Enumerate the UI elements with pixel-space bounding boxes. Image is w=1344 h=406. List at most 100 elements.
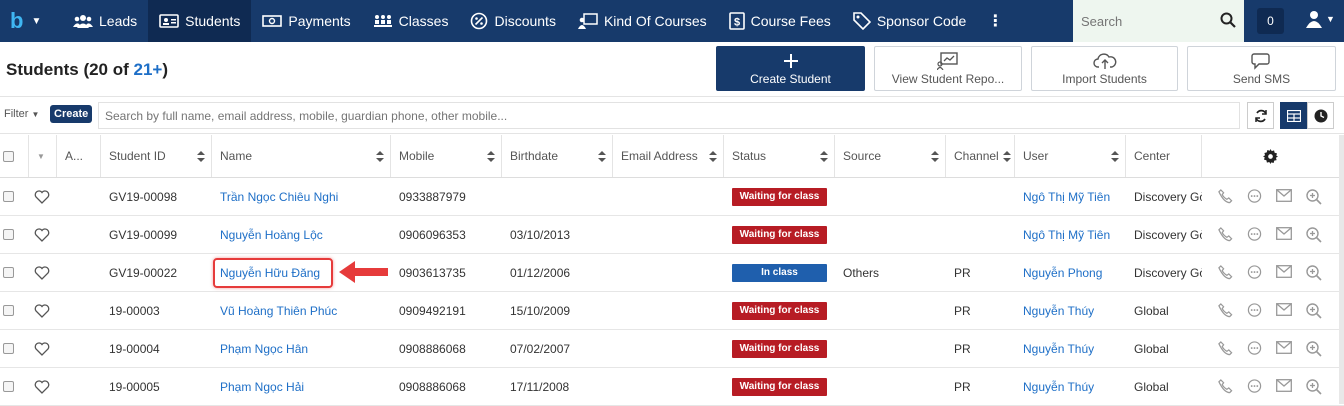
sms-icon[interactable] (1247, 188, 1262, 204)
create-student-button[interactable]: Create Student (716, 46, 865, 91)
col-status[interactable]: Status (724, 135, 835, 177)
heart-icon[interactable] (34, 227, 50, 242)
col-avatar[interactable]: A... (57, 135, 101, 177)
nav-leads[interactable]: Leads (62, 0, 148, 42)
student-name-link[interactable]: Phạm Ngọc Hải (212, 368, 391, 405)
birthdate-cell (502, 178, 613, 215)
nav-payments-label: Payments (288, 13, 351, 29)
col-mobile[interactable]: Mobile (391, 135, 502, 177)
user-link[interactable]: Nguyễn Phong (1015, 254, 1126, 291)
email-icon[interactable] (1276, 340, 1292, 354)
grid-view-button[interactable] (1280, 102, 1307, 129)
col-user[interactable]: User (1015, 135, 1126, 177)
col-student-id[interactable]: Student ID (101, 135, 212, 177)
history-button[interactable] (1307, 102, 1334, 129)
global-search-input[interactable] (1081, 13, 1221, 29)
phone-icon[interactable] (1218, 340, 1233, 356)
row-checkbox[interactable] (3, 381, 14, 392)
col-channel[interactable]: Channel (946, 135, 1015, 177)
phone-icon[interactable] (1218, 226, 1233, 242)
user-link[interactable]: Ngô Thị Mỹ Tiên (1015, 216, 1126, 253)
user-menu[interactable]: ▼ (1306, 10, 1335, 28)
row-checkbox[interactable] (3, 191, 14, 202)
heart-icon[interactable] (34, 303, 50, 318)
row-select-cell (0, 292, 29, 329)
col-name[interactable]: Name (212, 135, 391, 177)
zoom-in-icon[interactable] (1306, 264, 1322, 281)
col-birthdate[interactable]: Birthdate (502, 135, 613, 177)
sms-icon[interactable] (1247, 264, 1262, 280)
send-sms-button[interactable]: Send SMS (1187, 46, 1336, 91)
col-source[interactable]: Source (835, 135, 946, 177)
col-email[interactable]: Email Address (613, 135, 724, 177)
phone-icon[interactable] (1218, 378, 1233, 394)
table-row[interactable]: 19-00003 Vũ Hoàng Thiên Phúc 0909492191 15/… (0, 292, 1344, 330)
heart-icon[interactable] (34, 265, 50, 280)
nav-discounts[interactable]: Discounts (459, 0, 566, 42)
sms-icon[interactable] (1247, 340, 1262, 356)
nav-kind-of-courses[interactable]: Kind Of Courses (567, 0, 718, 42)
user-link[interactable]: Nguyễn Thúy (1015, 368, 1126, 405)
filter-dropdown[interactable]: Filter ▼ (4, 108, 39, 120)
row-checkbox[interactable] (3, 267, 14, 278)
brand-menu[interactable]: b ▼ (0, 0, 62, 42)
nav-payments[interactable]: Payments (251, 0, 361, 42)
table-row[interactable]: GV19-00098 Trần Ngọc Chiêu Nghi 0933887979… (0, 178, 1344, 216)
table-row[interactable]: 19-00005 Phạm Ngọc Hải 0908886068 17/11/200… (0, 368, 1344, 406)
view-student-report-button[interactable]: View Student Repo... (874, 46, 1022, 91)
student-search-input[interactable] (98, 102, 1240, 129)
email-icon[interactable] (1276, 226, 1292, 240)
search-icon[interactable] (1220, 12, 1236, 28)
table-row[interactable]: 19-00004 Phạm Ngọc Hân 0908886068 07/02/200… (0, 330, 1344, 368)
more-menu-icon[interactable]: ⋮ (977, 11, 1013, 31)
table-row[interactable]: GV19-00022 Nguyễn Hữu Đăng 0903613735 01/12… (0, 254, 1344, 292)
nav-classes[interactable]: Classes (362, 0, 460, 42)
bulk-action-dropdown[interactable]: ▼ (29, 135, 57, 177)
zoom-in-icon[interactable] (1306, 302, 1322, 319)
nav-students[interactable]: Students (148, 0, 252, 42)
user-link[interactable]: Nguyễn Thúy (1015, 330, 1126, 367)
phone-icon[interactable] (1218, 264, 1233, 280)
zoom-in-icon[interactable] (1306, 188, 1322, 205)
column-settings[interactable] (1202, 135, 1339, 177)
email-icon[interactable] (1276, 188, 1292, 202)
col-center[interactable]: Center (1126, 135, 1202, 177)
zoom-in-icon[interactable] (1306, 226, 1322, 243)
sms-icon[interactable] (1247, 302, 1262, 318)
table-row[interactable]: GV19-00099 Nguyễn Hoàng Lộc 0906096353 03/1… (0, 216, 1344, 254)
nav-sponsor-code[interactable]: Sponsor Code (842, 0, 978, 42)
sms-icon[interactable] (1247, 226, 1262, 242)
nav-course-fees[interactable]: $ Course Fees (718, 0, 842, 42)
zoom-in-icon[interactable] (1306, 340, 1322, 357)
select-all-checkbox[interactable] (3, 150, 14, 162)
create-filter-button[interactable]: Create (50, 105, 93, 123)
user-link[interactable]: Ngô Thị Mỹ Tiên (1015, 178, 1126, 215)
title-total[interactable]: 21+ (134, 60, 163, 79)
heart-icon[interactable] (34, 189, 50, 204)
student-name-link[interactable]: Phạm Ngọc Hân (212, 330, 391, 367)
student-name-link[interactable]: Nguyễn Hoàng Lộc (212, 216, 391, 253)
refresh-button[interactable] (1247, 102, 1274, 129)
nav-leads-label: Leads (99, 13, 138, 29)
vertical-scrollbar[interactable] (1339, 135, 1344, 404)
user-link[interactable]: Nguyễn Thúy (1015, 292, 1126, 329)
heart-icon[interactable] (34, 341, 50, 356)
notification-badge[interactable]: 0 (1257, 8, 1284, 34)
sms-icon[interactable] (1247, 378, 1262, 394)
mobile-cell: 0903613735 (399, 265, 466, 280)
student-name-link[interactable]: Trần Ngọc Chiêu Nghi (212, 178, 391, 215)
phone-icon[interactable] (1218, 188, 1233, 204)
row-checkbox[interactable] (3, 229, 14, 240)
clock-icon (1314, 109, 1327, 122)
phone-icon[interactable] (1218, 302, 1233, 318)
email-icon[interactable] (1276, 264, 1292, 278)
email-icon[interactable] (1276, 302, 1292, 316)
row-checkbox[interactable] (3, 305, 14, 316)
source-cell (835, 216, 946, 253)
zoom-in-icon[interactable] (1306, 378, 1322, 395)
heart-icon[interactable] (34, 379, 50, 394)
row-checkbox[interactable] (3, 343, 14, 354)
import-students-button[interactable]: Import Students (1031, 46, 1178, 91)
email-icon[interactable] (1276, 378, 1292, 392)
student-name-link[interactable]: Vũ Hoàng Thiên Phúc (212, 292, 391, 329)
